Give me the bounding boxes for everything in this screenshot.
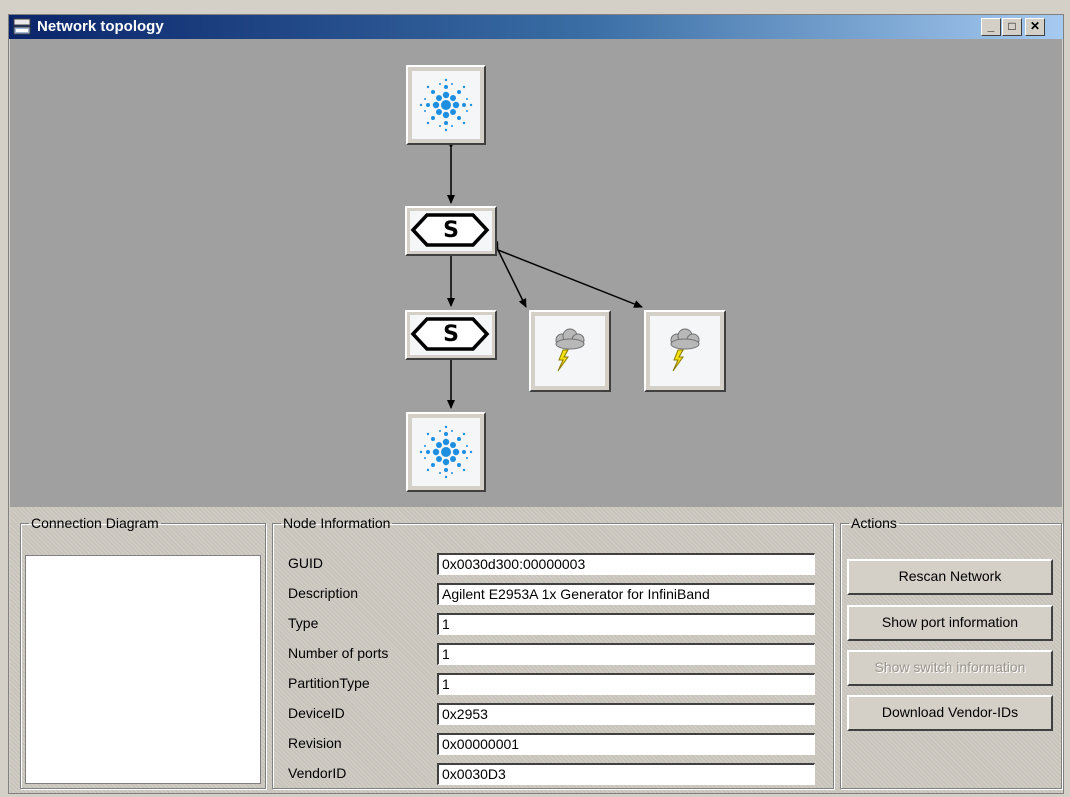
guid-field[interactable]: 0x0030d300:00000003 xyxy=(437,553,815,575)
close-button[interactable]: ✕ xyxy=(1025,18,1045,36)
connection-diagram-legend: Connection Diagram xyxy=(31,515,159,531)
topology-node-generic-2[interactable] xyxy=(644,310,726,392)
minimize-button[interactable]: _ xyxy=(981,18,1001,36)
topology-node-host-top[interactable] xyxy=(406,65,486,145)
agilent-spark-icon xyxy=(419,78,473,132)
topology-canvas[interactable]: S S xyxy=(10,39,1062,507)
actions-legend: Actions xyxy=(851,515,897,531)
number-of-ports-label: Number of ports xyxy=(288,645,389,661)
description-field[interactable]: Agilent E2953A 1x Generator for InfiniBa… xyxy=(437,583,815,605)
node-information-group: Node Information GUID 0x0030d300:0000000… xyxy=(272,515,834,789)
description-label: Description xyxy=(288,585,359,601)
connection-diagram-list[interactable] xyxy=(25,555,261,784)
show-switch-information-button[interactable]: Show switch information xyxy=(847,650,1053,686)
revision-field[interactable]: 0x00000001 xyxy=(437,733,815,755)
app-icon xyxy=(13,18,31,35)
type-label: Type xyxy=(288,615,319,631)
download-vendor-ids-button[interactable]: Download Vendor-IDs xyxy=(847,695,1053,731)
topology-node-host-bottom[interactable] xyxy=(406,412,486,492)
maximize-button[interactable]: □ xyxy=(1002,18,1022,36)
vendor-id-label: VendorID xyxy=(288,765,347,781)
device-id-field[interactable]: 0x2953 xyxy=(437,703,815,725)
storm-cloud-icon xyxy=(670,328,700,372)
device-id-label: DeviceID xyxy=(288,705,345,721)
link-switch1-node4 xyxy=(489,243,643,308)
number-of-ports-field[interactable]: 1 xyxy=(437,643,815,665)
type-field[interactable]: 1 xyxy=(437,613,815,635)
agilent-spark-icon xyxy=(419,425,473,479)
partition-type-label: PartitionType xyxy=(288,675,370,691)
switch-label: S xyxy=(443,322,459,347)
window-title: Network topology xyxy=(37,18,164,35)
node-information-legend: Node Information xyxy=(283,515,391,531)
link-switch1-node3 xyxy=(490,241,527,308)
guid-label: GUID xyxy=(288,555,323,571)
connection-lines xyxy=(447,140,643,409)
topology-node-switch-2[interactable]: S xyxy=(405,310,497,360)
actions-group: Actions Rescan Network Show port informa… xyxy=(840,515,1062,789)
connection-diagram-group: Connection Diagram xyxy=(20,515,266,789)
details-panel: Connection Diagram Node Information GUID… xyxy=(10,507,1062,793)
show-port-information-button[interactable]: Show port information xyxy=(847,605,1053,641)
topology-node-generic-1[interactable] xyxy=(529,310,611,392)
switch-label: S xyxy=(443,218,459,243)
topology-node-switch-1[interactable]: S xyxy=(405,206,497,256)
storm-cloud-icon xyxy=(555,328,585,372)
network-topology-window: Network topology _ □ ✕ S S Connection Di… xyxy=(8,14,1064,794)
vendor-id-field[interactable]: 0x0030D3 xyxy=(437,763,815,785)
title-bar[interactable]: Network topology _ □ ✕ xyxy=(9,15,1063,39)
rescan-network-button[interactable]: Rescan Network xyxy=(847,559,1053,595)
partition-type-field[interactable]: 1 xyxy=(437,673,815,695)
revision-label: Revision xyxy=(288,735,342,751)
